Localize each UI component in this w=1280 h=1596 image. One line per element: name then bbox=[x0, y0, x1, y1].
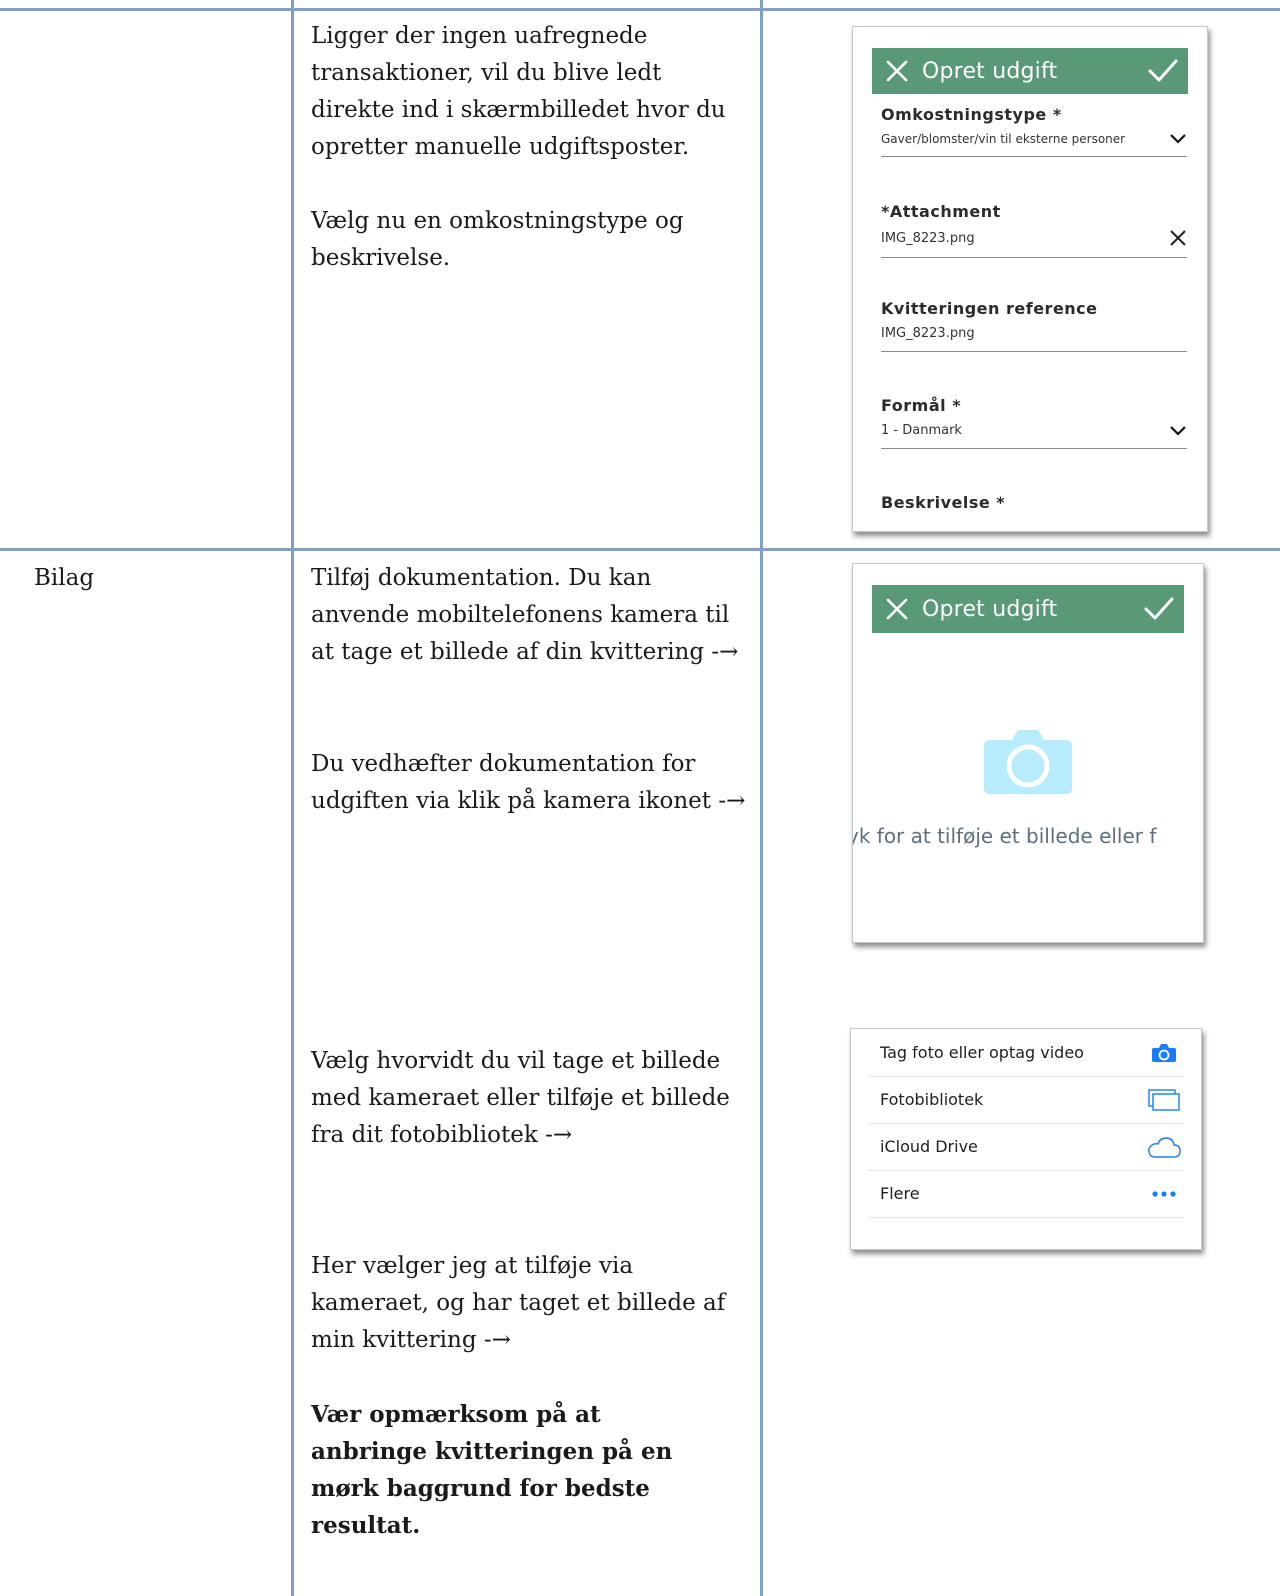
field-label: Formål * bbox=[881, 396, 962, 415]
field-value[interactable]: IMG_8223.png bbox=[881, 326, 1187, 352]
option-icloud-drive[interactable]: iCloud Drive bbox=[868, 1123, 1184, 1171]
table-border-mid-col bbox=[760, 0, 763, 1596]
app-header-title: Opret udgift bbox=[922, 58, 1058, 84]
row2-label: Bilag bbox=[34, 565, 95, 591]
expense-form-screenshot: Opret udgift Omkostningstype * Gaver/blo… bbox=[852, 26, 1208, 532]
field-value[interactable]: IMG_8223.png bbox=[881, 229, 1187, 258]
field-beskrivelse[interactable]: Beskrivelse * bbox=[881, 493, 1187, 512]
tap-to-add-text[interactable]: yk for at tilføje et billede eller f bbox=[853, 824, 1156, 848]
camera-icon bbox=[1152, 1043, 1176, 1062]
option-label: Tag foto eller optag video bbox=[880, 1043, 1084, 1062]
more-icon bbox=[1152, 1190, 1176, 1197]
row1-paragraph-2: Vælg nu en omkostningstype og beskrivels… bbox=[311, 208, 684, 271]
photo-library-icon bbox=[1148, 1088, 1180, 1111]
field-value[interactable]: Gaver/blomster/vin til eksterne personer bbox=[881, 132, 1187, 157]
option-photo-library[interactable]: Fotobibliotek bbox=[868, 1076, 1184, 1124]
cloud-icon bbox=[1148, 1136, 1181, 1158]
option-take-photo[interactable]: Tag foto eller optag video bbox=[868, 1029, 1184, 1077]
camera-icon bbox=[984, 730, 1072, 794]
option-more[interactable]: Flere bbox=[868, 1170, 1184, 1218]
app-header-bar: Opret udgift bbox=[872, 585, 1184, 633]
table-border-top bbox=[0, 8, 1280, 11]
confirm-button[interactable] bbox=[1134, 596, 1184, 622]
field-value[interactable]: 1 - Danmark bbox=[881, 423, 1187, 449]
camera-attach-screenshot: Opret udgift yk for at tilføje et billed… bbox=[852, 563, 1204, 943]
row1-paragraph-1: Ligger der ingen uafregnede transaktione… bbox=[311, 23, 726, 160]
field-formaal[interactable]: Formål * 1 - Danmark bbox=[881, 396, 1187, 449]
field-label: Omkostningstype * bbox=[881, 105, 1062, 124]
source-picker-screenshot: Tag foto eller optag video Fotobibliotek… bbox=[850, 1028, 1202, 1250]
close-icon bbox=[886, 598, 908, 620]
confirm-button[interactable] bbox=[1138, 58, 1188, 84]
app-header-bar: Opret udgift bbox=[872, 48, 1188, 94]
field-label: Beskrivelse * bbox=[881, 493, 1006, 512]
checkmark-icon bbox=[1144, 597, 1174, 620]
table-border-left-col bbox=[291, 0, 294, 1596]
close-button[interactable] bbox=[872, 596, 922, 622]
table-border-row-divider bbox=[0, 548, 1280, 551]
row2-note-bold: Vær opmærksom på at anbringe kvitteringe… bbox=[311, 1401, 673, 1539]
row1-description: Ligger der ingen uafregnede transaktione… bbox=[311, 18, 751, 277]
camera-button[interactable] bbox=[853, 726, 1203, 794]
row2-paragraph-1: Tilføj dokumentation. Du kan anvende mob… bbox=[311, 565, 739, 665]
field-attachment[interactable]: *Attachment IMG_8223.png bbox=[881, 202, 1187, 258]
chevron-down-icon[interactable] bbox=[1169, 133, 1187, 145]
field-kvittering-reference[interactable]: Kvitteringen reference IMG_8223.png bbox=[881, 299, 1187, 352]
chevron-down-icon[interactable] bbox=[1169, 425, 1187, 437]
option-label: Flere bbox=[880, 1184, 920, 1203]
field-omkostningstype[interactable]: Omkostningstype * Gaver/blomster/vin til… bbox=[881, 105, 1187, 157]
field-label: *Attachment bbox=[881, 202, 1001, 221]
app-header-title: Opret udgift bbox=[922, 596, 1058, 622]
row2-paragraph-4: Her vælger jeg at tilføje via kameraet, … bbox=[311, 1253, 726, 1353]
option-label: iCloud Drive bbox=[880, 1137, 978, 1156]
row2-paragraph-3: Vælg hvorvidt du vil tage et billede med… bbox=[311, 1048, 730, 1148]
close-icon[interactable] bbox=[1169, 229, 1187, 247]
field-label: Kvitteringen reference bbox=[881, 299, 1098, 318]
close-icon bbox=[886, 60, 908, 82]
checkmark-icon bbox=[1148, 59, 1178, 82]
option-label: Fotobibliotek bbox=[880, 1090, 984, 1109]
close-button[interactable] bbox=[872, 58, 922, 84]
row2-paragraph-2: Du vedhæfter dokumentation for udgiften … bbox=[311, 751, 746, 814]
